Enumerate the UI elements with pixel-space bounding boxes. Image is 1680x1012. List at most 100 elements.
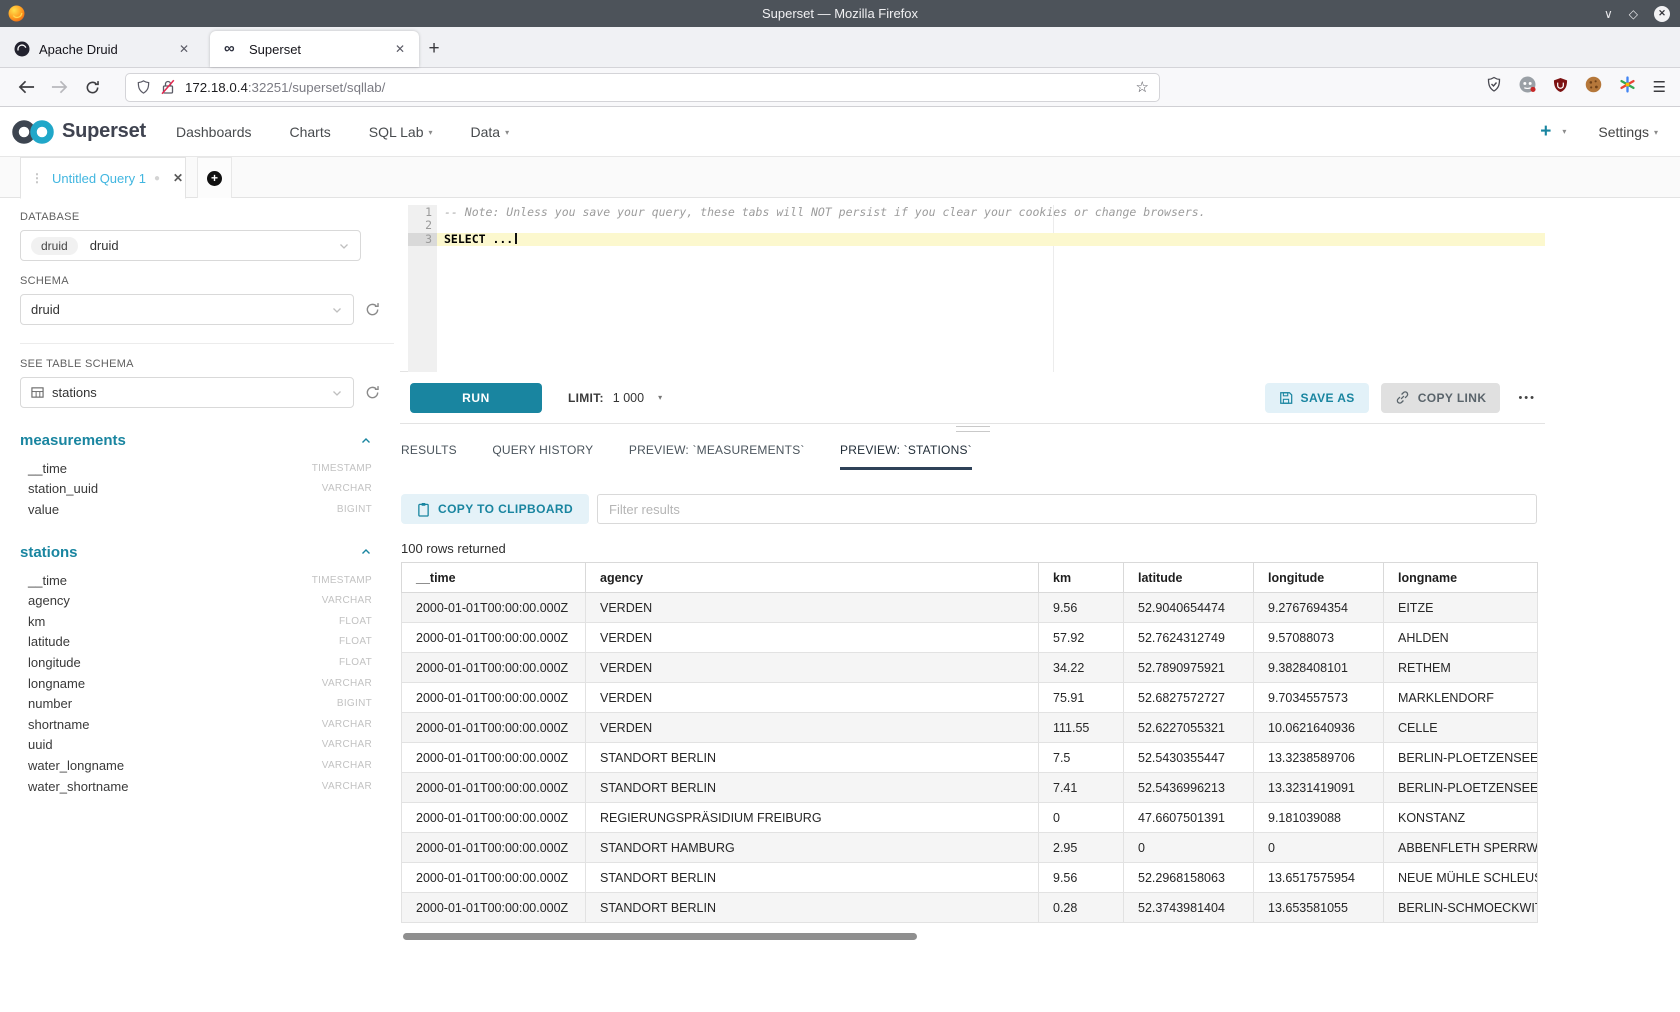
chevron-up-icon[interactable] — [360, 546, 372, 558]
cell-time: 2000-01-01T00:00:00.000Z — [402, 623, 586, 653]
cookie-extension-icon[interactable] — [1585, 76, 1602, 98]
results-header-cell[interactable]: longitude — [1254, 563, 1384, 593]
pane-resize-handle[interactable] — [956, 426, 990, 432]
refresh-tables-icon[interactable] — [365, 385, 380, 400]
colorful-asterisk-extension-icon[interactable] — [1619, 76, 1636, 98]
table-row: 2000-01-01T00:00:00.000Z STANDORT BERLIN… — [402, 893, 1538, 923]
ublock-extension-icon[interactable] — [1553, 77, 1568, 98]
cell-latitude: 52.6227055321 — [1124, 713, 1254, 743]
cell-time: 2000-01-01T00:00:00.000Z — [402, 773, 586, 803]
back-button[interactable] — [14, 74, 38, 100]
brand-name[interactable]: Superset — [62, 120, 146, 143]
cell-agency: STANDORT HAMBURG — [586, 833, 1039, 863]
forward-button[interactable] — [47, 74, 71, 100]
bookmark-star-icon[interactable]: ☆ — [1136, 78, 1149, 96]
chevron-up-icon[interactable] — [360, 435, 372, 447]
column-type: VARCHAR — [322, 781, 372, 792]
table-schema-label: SEE TABLE SCHEMA — [20, 358, 380, 370]
tab-preview-measurements[interactable]: PREVIEW: `MEASUREMENTS` — [629, 443, 805, 470]
measurements-section-header[interactable]: measurements — [20, 432, 372, 449]
results-header-cell[interactable]: latitude — [1124, 563, 1254, 593]
window-restore-icon[interactable]: ◇ — [1629, 7, 1638, 21]
cell-time: 2000-01-01T00:00:00.000Z — [402, 743, 586, 773]
results-header-cell[interactable]: longname — [1384, 563, 1538, 593]
divider — [20, 343, 394, 344]
cell-latitude: 52.2968158063 — [1124, 863, 1254, 893]
cell-latitude: 52.6827572727 — [1124, 683, 1254, 713]
insecure-lock-icon[interactable] — [161, 79, 175, 95]
run-button[interactable]: RUN — [410, 383, 542, 413]
horizontal-scrollbar[interactable] — [403, 933, 917, 940]
cell-longitude: 13.3238589706 — [1254, 743, 1384, 773]
limit-dropdown[interactable]: LIMIT: 1 000 ▾ — [568, 391, 662, 405]
tab-preview-stations[interactable]: PREVIEW: `STATIONS` — [840, 443, 972, 470]
schema-column-row: latitude FLOAT — [28, 632, 372, 653]
url-text[interactable]: 172.18.0.4:32251/superset/sqllab/ — [185, 80, 1136, 95]
database-select[interactable]: druid druid — [20, 230, 361, 261]
window-menu-chevron-icon[interactable]: ∨ — [1604, 7, 1613, 21]
column-name: latitude — [28, 634, 70, 649]
privacy-shield-extension-icon[interactable] — [1486, 76, 1502, 98]
more-options-button[interactable]: ••• — [1512, 392, 1542, 404]
chevron-down-icon[interactable]: ▾ — [1562, 127, 1566, 136]
shield-icon[interactable] — [136, 79, 151, 95]
results-header-cell[interactable]: km — [1039, 563, 1124, 593]
menu-hamburger-icon[interactable]: ☰ — [1653, 78, 1666, 96]
schema-select[interactable]: druid — [20, 294, 354, 325]
cell-km: 0.28 — [1039, 893, 1124, 923]
query-tab-untitled-1[interactable]: ⋮ Untitled Query 1 ● ✕ — [20, 157, 186, 199]
add-new-button[interactable]: + — [1540, 121, 1551, 143]
tab-close-icon[interactable]: ✕ — [391, 40, 409, 58]
stations-section-header[interactable]: stations — [20, 544, 372, 561]
query-tab-close-icon[interactable]: ✕ — [173, 171, 183, 185]
tab-close-icon[interactable]: ✕ — [175, 40, 193, 58]
cell-km: 0 — [1039, 803, 1124, 833]
mask-extension-icon[interactable] — [1519, 76, 1536, 98]
copy-link-button[interactable]: COPY LINK — [1381, 383, 1501, 413]
refresh-schemas-icon[interactable] — [365, 302, 380, 317]
nav-item-dashboards[interactable]: Dashboards — [172, 118, 256, 146]
drag-handle-icon[interactable]: ⋮ — [31, 171, 43, 185]
tab-query-history[interactable]: QUERY HISTORY — [492, 443, 593, 470]
filter-results-input[interactable] — [597, 494, 1537, 524]
cell-latitude: 52.5430355447 — [1124, 743, 1254, 773]
table-row: 2000-01-01T00:00:00.000Z VERDEN 111.55 5… — [402, 713, 1538, 743]
query-tab-title: Untitled Query 1 — [52, 171, 146, 186]
browser-tab-superset[interactable]: ∞ Superset ✕ — [210, 31, 419, 67]
url-bar[interactable]: 172.18.0.4:32251/superset/sqllab/ ☆ — [125, 73, 1160, 102]
new-tab-button[interactable]: + — [419, 31, 449, 67]
sql-editor[interactable]: 1 2 3 -- Note: Unless you save your quer… — [400, 198, 1545, 372]
nav-item-data[interactable]: Data▾ — [467, 118, 514, 146]
browser-tab-apache-druid[interactable]: Apache Druid ✕ — [0, 31, 203, 67]
schema-column-row: longitude FLOAT — [28, 652, 372, 673]
database-label: DATABASE — [20, 211, 380, 223]
settings-menu[interactable]: Settings▾ — [1598, 124, 1658, 140]
window-title: Superset — Mozilla Firefox — [0, 6, 1680, 21]
tab-title: Superset — [249, 42, 381, 57]
cell-time: 2000-01-01T00:00:00.000Z — [402, 713, 586, 743]
add-query-tab-button[interactable]: + — [197, 157, 232, 198]
editor-line-active: SELECT ... — [437, 233, 1545, 246]
reload-button[interactable] — [80, 74, 104, 100]
editor-code-area[interactable]: -- Note: Unless you save your query, the… — [437, 205, 1545, 372]
superset-logo[interactable] — [10, 117, 56, 147]
schema-column-row: shortname VARCHAR — [28, 714, 372, 735]
nav-item-charts[interactable]: Charts — [286, 118, 335, 146]
cell-time: 2000-01-01T00:00:00.000Z — [402, 683, 586, 713]
cell-longname: NEUE MÜHLE SCHLEUSE OP — [1384, 863, 1538, 893]
copy-to-clipboard-button[interactable]: COPY TO CLIPBOARD — [401, 494, 589, 524]
window-close-icon[interactable]: ✕ — [1654, 6, 1670, 22]
schema-column-row: __time TIMESTAMP — [28, 570, 372, 591]
table-name[interactable]: stations — [20, 544, 78, 561]
cell-longname: BERLIN-PLOETZENSEE UP — [1384, 743, 1538, 773]
superset-navbar: Superset Dashboards Charts SQL Lab▾ Data… — [0, 107, 1680, 157]
tab-title: Apache Druid — [39, 42, 165, 57]
table-select[interactable]: stations — [20, 377, 354, 408]
nav-item-sql-lab[interactable]: SQL Lab▾ — [365, 118, 437, 146]
save-as-button[interactable]: SAVE AS — [1265, 383, 1369, 413]
results-header-cell[interactable]: agency — [586, 563, 1039, 593]
results-header-row: __timeagencykmlatitudelongitudelongname — [402, 563, 1538, 593]
tab-results[interactable]: RESULTS — [401, 443, 457, 470]
results-header-cell[interactable]: __time — [402, 563, 586, 593]
table-name[interactable]: measurements — [20, 432, 126, 449]
